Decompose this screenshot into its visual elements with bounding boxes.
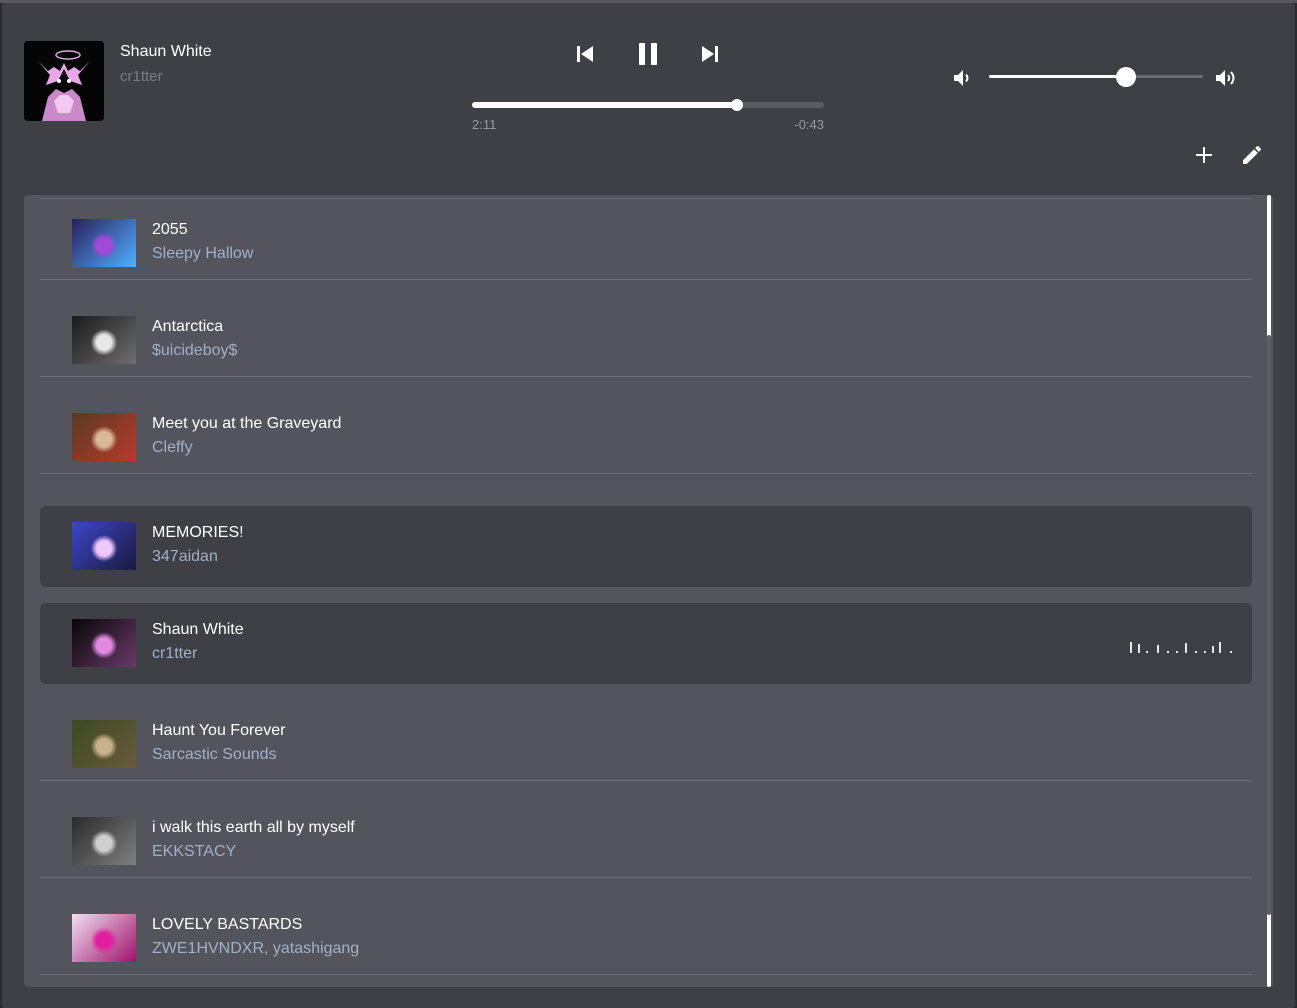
track-artist: Sarcastic Sounds [152, 746, 277, 763]
track-album-art [72, 619, 136, 667]
track-album-art [72, 720, 136, 768]
playlist-row[interactable]: Haunt You Forever Sarcastic Sounds [40, 700, 1252, 781]
playlist-row[interactable]: LOVELY BASTARDS ZWE1HVNDXR, yatashigang [40, 894, 1252, 975]
track-album-art [72, 219, 136, 267]
playlist-row-highlighted[interactable]: MEMORIES! 347aidan [40, 506, 1252, 587]
playlist-row[interactable]: Antarctica $uicideboy$ [40, 296, 1252, 377]
elapsed-time: 2:11 [472, 117, 497, 132]
pause-icon [639, 43, 657, 65]
volume-fill [989, 75, 1126, 78]
plus-icon [1196, 147, 1212, 163]
volume-down-button[interactable] [950, 66, 974, 90]
track-artist: EKKSTACY [152, 843, 237, 860]
track-album-art [72, 522, 136, 570]
playlist[interactable]: 2055 Sleepy Hallow Antarctica $uicideboy… [24, 195, 1273, 987]
track-album-art [72, 316, 136, 364]
playlist-row[interactable]: 2055 Sleepy Hallow [40, 199, 1252, 280]
now-playing-title: Shaun White [120, 43, 212, 60]
playlist-row-now-playing[interactable]: Shaun White cr1tter [40, 603, 1252, 684]
progress-fill [472, 102, 738, 108]
track-title: Shaun White [152, 621, 244, 638]
now-playing-artist: cr1tter [120, 68, 163, 85]
skip-previous-button[interactable] [570, 39, 600, 69]
volume-up-icon [1216, 70, 1235, 86]
track-artist: $uicideboy$ [152, 342, 238, 359]
now-playing-album-art [24, 41, 104, 121]
track-title: 2055 [152, 221, 188, 238]
track-title: MEMORIES! [152, 524, 244, 541]
remaining-time: -0:43 [794, 117, 824, 132]
track-title: i walk this earth all by myself [152, 819, 355, 836]
track-album-art [72, 914, 136, 962]
track-title: Haunt You Forever [152, 722, 286, 739]
track-title: Meet you at the Graveyard [152, 415, 342, 432]
track-album-art [72, 817, 136, 865]
edit-button[interactable] [1240, 143, 1264, 167]
scrollbar-thumb[interactable] [1267, 335, 1271, 915]
volume-up-button[interactable] [1214, 66, 1238, 90]
track-artist: ZWE1HVNDXR, yatashigang [152, 940, 360, 957]
track-artist: cr1tter [152, 645, 198, 662]
progress-handle[interactable] [731, 99, 744, 111]
track-artist: Cleffy [152, 439, 193, 456]
track-artist: Sleepy Hallow [152, 245, 254, 262]
skip-next-button[interactable] [695, 39, 725, 69]
skip-previous-icon [577, 46, 593, 62]
track-artist: 347aidan [152, 548, 218, 565]
progress-bar[interactable] [472, 99, 824, 111]
music-player-window: Shaun White cr1tter 2:11 -0:43 2055 Slee… [2, 3, 1295, 1008]
playing-visualizer-icon [1130, 642, 1232, 653]
volume-handle[interactable] [1115, 67, 1136, 87]
track-title: Antarctica [152, 318, 224, 335]
playlist-row[interactable]: i walk this earth all by myself EKKSTACY [40, 797, 1252, 878]
volume-down-icon [954, 70, 969, 86]
pencil-icon [1243, 145, 1262, 164]
add-button[interactable] [1192, 143, 1216, 167]
volume-slider[interactable] [989, 67, 1203, 87]
pause-button[interactable] [632, 37, 664, 71]
skip-next-icon [702, 46, 718, 62]
track-album-art [72, 413, 136, 461]
playlist-row[interactable]: Meet you at the Graveyard Cleffy [40, 393, 1252, 474]
track-title: LOVELY BASTARDS [152, 916, 303, 933]
